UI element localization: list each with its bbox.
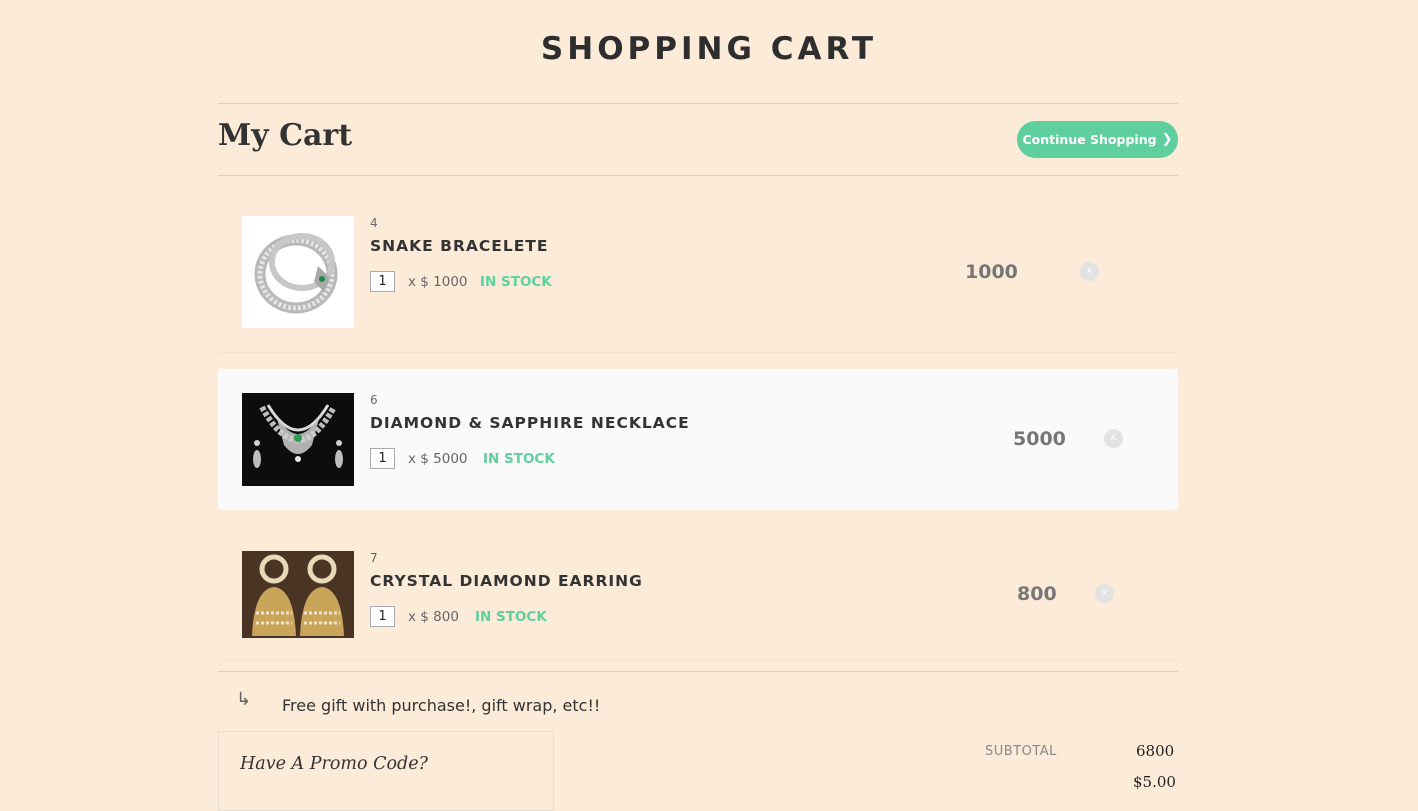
continue-shopping-button[interactable]: Continue Shopping ❯ (1017, 121, 1178, 158)
cart-item: 7 CRYSTAL DIAMOND EARRING 1 x $ 800 IN S… (218, 510, 1178, 660)
product-id: 7 (370, 551, 378, 565)
page-title: SHOPPING CART (540, 31, 878, 67)
remove-item-button[interactable]: x (1080, 262, 1099, 281)
quantity-input[interactable]: 1 (370, 606, 395, 627)
subtotal-label: SUBTOTAL (985, 744, 1057, 759)
product-id: 6 (370, 393, 378, 407)
product-image-earring[interactable] (242, 551, 354, 638)
divider (218, 660, 1178, 661)
product-name: DIAMOND & SAPPHIRE NECKLACE (370, 414, 690, 432)
product-name: CRYSTAL DIAMOND EARRING (370, 572, 643, 590)
line-total: 800 (1017, 583, 1057, 605)
promo-title: Have A Promo Code? (240, 754, 428, 774)
product-name: SNAKE BRACELETE (370, 237, 549, 255)
unit-price: x $ 800 (408, 609, 459, 625)
continue-shopping-label: Continue Shopping (1022, 132, 1157, 147)
product-image-necklace[interactable] (242, 393, 354, 486)
promo-code-box: Have A Promo Code? (218, 731, 554, 811)
summary-value: $5.00 (1133, 773, 1176, 791)
chevron-right-icon: ❯ (1161, 132, 1173, 147)
quantity-input[interactable]: 1 (370, 271, 395, 292)
stock-status: IN STOCK (480, 274, 552, 290)
divider (218, 103, 1178, 104)
remove-item-button[interactable]: x (1095, 584, 1114, 603)
stock-status: IN STOCK (475, 609, 547, 625)
cart-item: 4 SNAKE BRACELETE 1 x $ 1000 IN STOCK 10… (218, 176, 1178, 352)
divider (218, 671, 1178, 672)
gift-note: Free gift with purchase!, gift wrap, etc… (282, 696, 601, 715)
product-id: 4 (370, 216, 378, 230)
unit-price: x $ 5000 (408, 451, 468, 467)
line-total: 1000 (965, 261, 1018, 283)
divider (218, 352, 1178, 353)
cart-heading: My Cart (218, 118, 353, 153)
subtotal-value: 6800 (1136, 742, 1175, 760)
quantity-input[interactable]: 1 (370, 448, 395, 469)
cart-item: 6 DIAMOND & SAPPHIRE NECKLACE 1 x $ 5000… (218, 369, 1178, 510)
product-image-bracelet[interactable] (242, 216, 354, 328)
unit-price: x $ 1000 (408, 274, 468, 290)
return-arrow-icon: ↳ (236, 689, 252, 710)
line-total: 5000 (1013, 428, 1066, 450)
stock-status: IN STOCK (483, 451, 555, 467)
remove-item-button[interactable]: x (1104, 429, 1123, 448)
